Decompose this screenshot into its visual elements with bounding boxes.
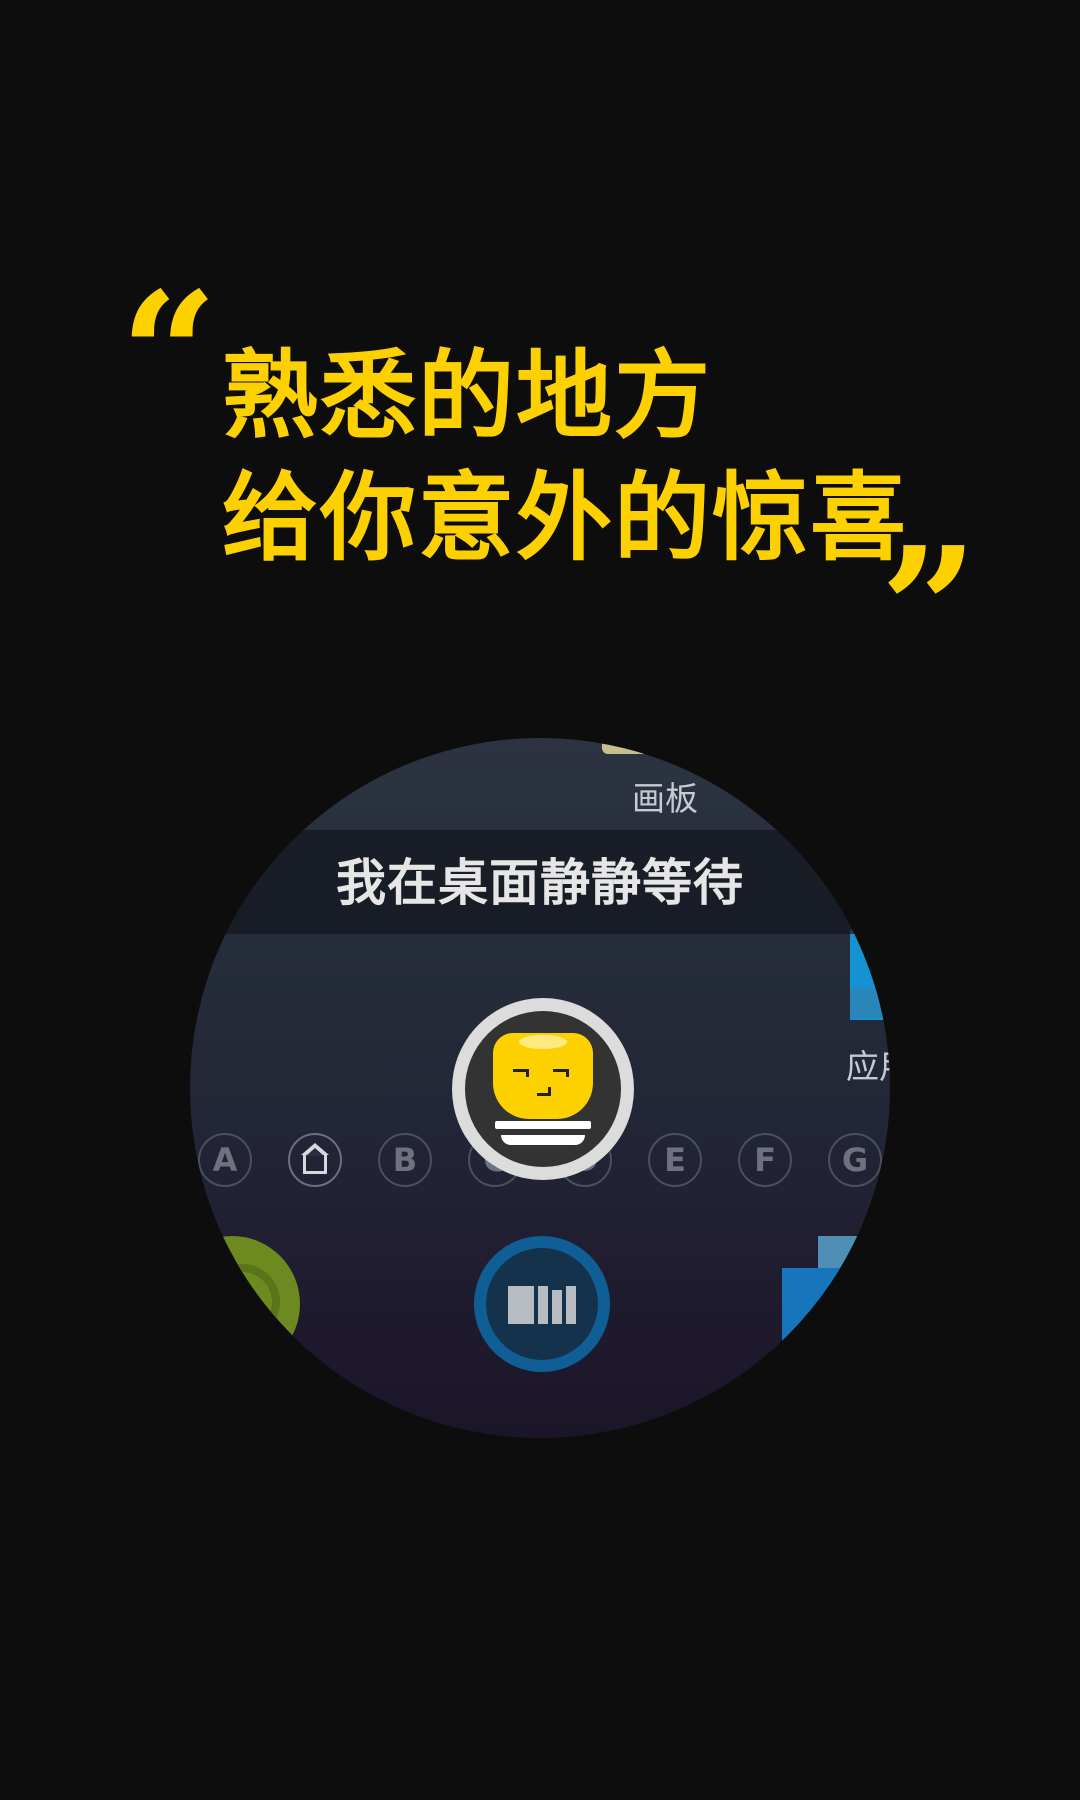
alpha-index-home[interactable] bbox=[288, 1133, 342, 1187]
headline-line-1: 熟悉的地方 bbox=[222, 340, 712, 452]
bars-icon bbox=[508, 1284, 576, 1324]
green-app-icon[interactable] bbox=[190, 1236, 300, 1372]
alpha-index-a[interactable]: A bbox=[198, 1133, 252, 1187]
close-quote-mark: ” bbox=[880, 510, 978, 710]
message-banner-text: 我在桌面静静等待 bbox=[336, 854, 744, 912]
mascot-avatar-button[interactable] bbox=[452, 998, 634, 1180]
mascot-face-icon bbox=[465, 1011, 621, 1167]
headline-line-2: 给你意外的惊喜 bbox=[222, 462, 908, 574]
home-icon bbox=[301, 1142, 329, 1174]
right-app-icon-shade bbox=[850, 988, 890, 1018]
alpha-index-e[interactable]: E bbox=[648, 1133, 702, 1187]
huaban-app-label: 画板 bbox=[632, 779, 698, 818]
right-app-label: 应用 bbox=[846, 1047, 890, 1086]
alpha-index-g[interactable]: G bbox=[828, 1133, 882, 1187]
blue-app-icon[interactable] bbox=[782, 1268, 890, 1388]
alpha-index-f[interactable]: F bbox=[738, 1133, 792, 1187]
huaban-app-icon[interactable] bbox=[602, 738, 662, 754]
open-quote-mark: “ bbox=[120, 255, 218, 455]
alpha-index-b[interactable]: B bbox=[378, 1133, 432, 1187]
launcher-preview-circle: 画板 应用 我在桌面静静等待 A B C D E F G bbox=[190, 738, 890, 1438]
center-app-icon[interactable] bbox=[474, 1236, 610, 1372]
